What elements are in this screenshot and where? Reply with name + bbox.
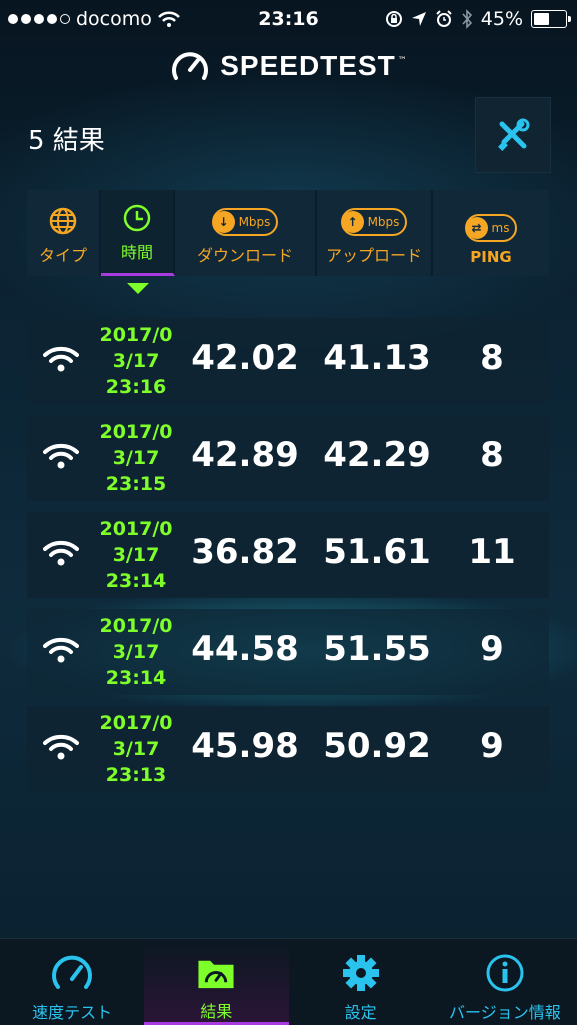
info-icon bbox=[486, 954, 524, 992]
result-datetime: 2017/0 3/17 23:13 bbox=[93, 710, 179, 788]
result-row[interactable]: 2017/0 3/17 23:14 36.82 51.61 11 bbox=[27, 512, 549, 598]
download-unit: Mbps bbox=[238, 215, 271, 229]
result-upload: 51.55 bbox=[323, 629, 431, 669]
result-date-line1: 2017/0 bbox=[99, 712, 173, 734]
filter-type[interactable]: タイプ bbox=[27, 190, 101, 276]
tab-about[interactable]: バージョン情報 bbox=[433, 939, 577, 1025]
clock-icon bbox=[123, 204, 151, 232]
result-date-line1: 2017/0 bbox=[99, 518, 173, 540]
tab-settings[interactable]: 設定 bbox=[289, 939, 433, 1025]
result-time: 23:16 bbox=[105, 376, 167, 398]
filter-ping-label: PING bbox=[470, 248, 512, 266]
result-ping: 9 bbox=[480, 629, 504, 669]
result-datetime: 2017/0 3/17 23:14 bbox=[93, 516, 179, 594]
result-time: 23:14 bbox=[105, 667, 167, 689]
location-icon bbox=[411, 12, 426, 26]
result-ping: 9 bbox=[480, 726, 504, 766]
bluetooth-icon bbox=[462, 9, 472, 29]
result-date-line2: 3/17 bbox=[112, 738, 160, 760]
status-bar: docomo 23:16 45% bbox=[0, 0, 577, 38]
filter-download[interactable]: ↓ Mbps ダウンロード bbox=[175, 190, 317, 276]
tools-button[interactable] bbox=[475, 97, 551, 173]
result-upload: 41.13 bbox=[323, 338, 431, 378]
wifi-icon bbox=[43, 346, 79, 372]
result-time: 23:13 bbox=[105, 764, 167, 786]
rotation-lock-icon bbox=[385, 11, 402, 27]
sort-filter-bar: タイプ 時間 ↓ Mbps ダウンロード ↑ Mbps アップロード ⇄ ms PIN… bbox=[27, 190, 549, 276]
filter-time-label: 時間 bbox=[120, 243, 153, 262]
speedometer-icon bbox=[52, 955, 93, 989]
speedometer-logo-icon bbox=[172, 52, 209, 80]
result-date-line2: 3/17 bbox=[112, 641, 160, 663]
results-count: 5 結果 bbox=[28, 126, 105, 156]
result-date-line1: 2017/0 bbox=[99, 324, 173, 346]
download-icon: ↓ Mbps bbox=[211, 208, 279, 236]
gear-icon bbox=[342, 955, 379, 991]
result-upload: 50.92 bbox=[323, 726, 431, 766]
ping-unit: ms bbox=[491, 221, 510, 235]
result-ping: 11 bbox=[468, 532, 516, 572]
battery-percent: 45% bbox=[480, 8, 523, 30]
ping-icon: ⇄ ms bbox=[464, 214, 518, 242]
alarm-icon bbox=[436, 10, 452, 27]
result-datetime: 2017/0 3/17 23:16 bbox=[93, 322, 179, 400]
tab-bar: 速度テスト 結果 設定 バージョン情報 bbox=[0, 938, 577, 1025]
wifi-icon bbox=[43, 540, 79, 566]
result-time: 23:14 bbox=[105, 570, 167, 592]
upload-icon: ↑ Mbps bbox=[340, 208, 408, 236]
result-date-line1: 2017/0 bbox=[99, 615, 173, 637]
speedtest-logo: SPEEDTEST ™ bbox=[0, 48, 577, 84]
result-ping: 8 bbox=[480, 338, 504, 378]
result-download: 45.98 bbox=[191, 726, 299, 766]
filter-type-label: タイプ bbox=[38, 246, 87, 265]
result-upload: 51.61 bbox=[323, 532, 431, 572]
result-time: 23:15 bbox=[105, 473, 167, 495]
tab-results-label: 結果 bbox=[200, 1002, 233, 1021]
battery-icon bbox=[531, 10, 571, 28]
wrench-screwdriver-icon bbox=[498, 118, 530, 151]
tab-speedtest-label: 速度テスト bbox=[32, 1003, 113, 1022]
trademark: ™ bbox=[397, 56, 407, 66]
filter-time[interactable]: 時間 bbox=[101, 190, 175, 276]
result-row[interactable]: 2017/0 3/17 23:14 44.58 51.55 9 bbox=[27, 609, 549, 695]
result-datetime: 2017/0 3/17 23:15 bbox=[93, 419, 179, 497]
results-list: 2017/0 3/17 23:16 42.02 41.13 8 2017/0 3… bbox=[27, 318, 549, 803]
filter-upload[interactable]: ↑ Mbps アップロード bbox=[317, 190, 433, 276]
result-upload: 42.29 bbox=[323, 435, 431, 475]
filter-upload-label: アップロード bbox=[325, 246, 422, 265]
wifi-icon bbox=[43, 443, 79, 469]
result-date-line2: 3/17 bbox=[112, 447, 160, 469]
result-row[interactable]: 2017/0 3/17 23:15 42.89 42.29 8 bbox=[27, 415, 549, 501]
result-download: 42.02 bbox=[191, 338, 299, 378]
filter-ping[interactable]: ⇄ ms PING bbox=[433, 190, 549, 276]
tab-results[interactable]: 結果 bbox=[144, 939, 289, 1025]
result-row[interactable]: 2017/0 3/17 23:13 45.98 50.92 9 bbox=[27, 706, 549, 792]
tab-speedtest[interactable]: 速度テスト bbox=[0, 939, 144, 1025]
filter-download-label: ダウンロード bbox=[196, 246, 293, 265]
results-folder-icon bbox=[198, 960, 234, 989]
result-ping: 8 bbox=[480, 435, 504, 475]
upload-unit: Mbps bbox=[367, 215, 400, 229]
wifi-icon bbox=[43, 637, 79, 663]
result-date-line2: 3/17 bbox=[112, 350, 160, 372]
result-datetime: 2017/0 3/17 23:14 bbox=[93, 613, 179, 691]
wifi-icon bbox=[43, 734, 79, 760]
result-download: 42.89 bbox=[191, 435, 299, 475]
tab-settings-label: 設定 bbox=[344, 1003, 377, 1022]
result-date-line1: 2017/0 bbox=[99, 421, 173, 443]
globe-icon bbox=[49, 207, 77, 235]
result-date-line2: 3/17 bbox=[112, 544, 160, 566]
result-row[interactable]: 2017/0 3/17 23:16 42.02 41.13 8 bbox=[27, 318, 549, 404]
tab-about-label: バージョン情報 bbox=[449, 1003, 561, 1022]
logo-text: SPEEDTEST bbox=[220, 50, 396, 81]
result-download: 44.58 bbox=[191, 629, 299, 669]
result-download: 36.82 bbox=[191, 532, 299, 572]
sort-indicator-icon bbox=[127, 283, 149, 294]
